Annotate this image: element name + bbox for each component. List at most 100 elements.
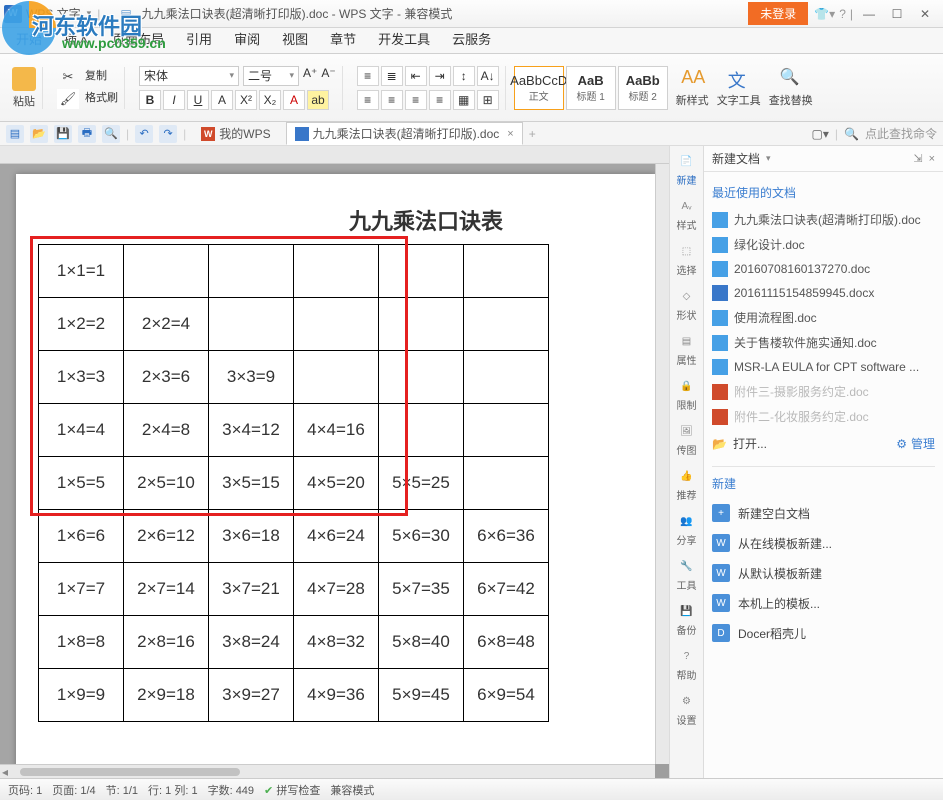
qat-print-icon[interactable]: 🖶 — [78, 125, 96, 143]
table-cell[interactable]: 5×5=25 — [379, 457, 464, 510]
vsidebar-item[interactable]: 🖼传图 — [677, 422, 697, 457]
create-item[interactable]: +新建空白文档 — [712, 498, 935, 528]
table-cell[interactable] — [549, 298, 634, 351]
qat-new-icon[interactable]: ▤ — [6, 125, 24, 143]
status-page[interactable]: 页码: 1 — [8, 782, 42, 798]
align-right-button[interactable]: ≡ — [405, 90, 427, 110]
table-cell[interactable]: 1×9=9 — [39, 669, 124, 722]
table-cell[interactable] — [209, 245, 294, 298]
table-cell[interactable]: 5×9=45 — [379, 669, 464, 722]
vsidebar-item[interactable]: ?帮助 — [677, 647, 697, 682]
table-cell[interactable]: 4×9=36 — [294, 669, 379, 722]
horizontal-ruler[interactable] — [0, 146, 669, 164]
table-cell[interactable] — [379, 351, 464, 404]
recent-file-item[interactable]: 附件二-化妆服务约定.doc — [712, 404, 935, 429]
table-cell[interactable] — [294, 298, 379, 351]
recent-file-item[interactable]: MSR-LA EULA for CPT software ... — [712, 355, 935, 379]
recent-file-item[interactable]: 关于售楼软件施实通知.doc — [712, 330, 935, 355]
find-replace-button[interactable]: 🔍查找替换 — [769, 67, 813, 108]
status-cursor[interactable]: 行: 1 列: 1 — [148, 782, 198, 798]
table-cell[interactable] — [379, 298, 464, 351]
table-cell[interactable]: 6×7=42 — [464, 563, 549, 616]
tab-close-icon[interactable]: × — [507, 128, 513, 140]
table-cell[interactable] — [124, 245, 209, 298]
table-cell[interactable]: 5×7=35 — [379, 563, 464, 616]
new-style-button[interactable]: AA新样式 — [676, 67, 709, 108]
table-cell[interactable]: 1×1=1 — [39, 245, 124, 298]
search-icon[interactable]: 🔍 — [844, 127, 859, 141]
cut-icon[interactable]: ✂ — [57, 67, 79, 87]
close-button[interactable]: ✕ — [911, 4, 939, 24]
table-cell[interactable]: 1×4=4 — [39, 404, 124, 457]
table-cell[interactable] — [464, 298, 549, 351]
indent-button[interactable]: ⇥ — [429, 66, 451, 86]
status-compat[interactable]: 兼容模式 — [330, 782, 374, 798]
font-color-button[interactable]: A — [283, 90, 305, 110]
table-cell[interactable] — [549, 669, 634, 722]
table-cell[interactable]: 2×9=18 — [124, 669, 209, 722]
table-cell[interactable]: 2×7=14 — [124, 563, 209, 616]
shading-button[interactable]: ▦ — [453, 90, 475, 110]
super-button[interactable]: X² — [235, 90, 257, 110]
table-cell[interactable]: 3×7=21 — [209, 563, 294, 616]
table-cell[interactable]: 6×6=36 — [464, 510, 549, 563]
manage-button[interactable]: ⚙管理 — [896, 435, 935, 452]
numbering-button[interactable]: ≣ — [381, 66, 403, 86]
recent-file-item[interactable]: 附件三-摄影服务约定.doc — [712, 379, 935, 404]
table-cell[interactable] — [464, 351, 549, 404]
vsidebar-item[interactable]: 👍推荐 — [677, 467, 697, 502]
recent-file-item[interactable]: 20160708160137270.doc — [712, 257, 935, 281]
tab-cloud[interactable]: 云服务 — [442, 25, 501, 53]
vsidebar-item[interactable]: 🔒限制 — [677, 377, 697, 412]
text-tools-button[interactable]: 文文字工具 — [717, 67, 761, 108]
table-cell[interactable]: 3×3=9 — [209, 351, 294, 404]
table-cell[interactable]: 3×9=27 — [209, 669, 294, 722]
table-cell[interactable]: 1×7=7 — [39, 563, 124, 616]
table-cell[interactable] — [294, 351, 379, 404]
tab-view[interactable]: 视图 — [272, 25, 318, 53]
table-cell[interactable] — [209, 298, 294, 351]
table-cell[interactable]: 3×8=24 — [209, 616, 294, 669]
table-cell[interactable]: 2×8=16 — [124, 616, 209, 669]
vsidebar-item[interactable]: 💾备份 — [677, 602, 697, 637]
panel-pin-icon[interactable]: ⇲ — [913, 152, 922, 165]
tab-pagelayout[interactable]: 页面布局 — [102, 25, 174, 53]
search-placeholder[interactable]: 点此查找命令 — [865, 125, 937, 142]
align-left-button[interactable]: ≡ — [357, 90, 379, 110]
panel-close-icon[interactable]: × — [929, 153, 935, 165]
qat-save-icon[interactable]: 💾 — [54, 125, 72, 143]
table-cell[interactable]: 3×5=15 — [209, 457, 294, 510]
style-h2[interactable]: AaBb标题 2 — [618, 66, 668, 110]
table-cell[interactable]: 3×6=18 — [209, 510, 294, 563]
vertical-scrollbar[interactable] — [655, 164, 669, 764]
login-button[interactable]: 未登录 — [748, 2, 808, 25]
status-section[interactable]: 节: 1/1 — [106, 782, 138, 798]
tab-start[interactable]: 开始 — [6, 25, 52, 53]
vsidebar-item[interactable]: 🔧工具 — [677, 557, 697, 592]
table-cell[interactable]: 4×8=32 — [294, 616, 379, 669]
minimize-button[interactable]: — — [855, 4, 883, 24]
create-item[interactable]: W从在线模板新建... — [712, 528, 935, 558]
recent-file-item[interactable]: 20161115154859945.docx — [712, 281, 935, 305]
vsidebar-item[interactable]: 📄新建 — [677, 152, 697, 187]
titlebar-dropdown-icon[interactable]: ▾ — [87, 8, 92, 19]
qat-redo-icon[interactable]: ↷ — [159, 125, 177, 143]
italic-button[interactable]: I — [163, 90, 185, 110]
table-cell[interactable] — [549, 616, 634, 669]
bold-button[interactable]: B — [139, 90, 161, 110]
tab-developer[interactable]: 开发工具 — [368, 25, 440, 53]
grow-font-button[interactable]: A⁺ — [303, 66, 317, 86]
tab-insert[interactable]: 插入 — [54, 25, 100, 53]
create-item[interactable]: DDocer稻壳儿 — [712, 618, 935, 648]
qat-undo-icon[interactable]: ↶ — [135, 125, 153, 143]
sub-button[interactable]: X₂ — [259, 90, 281, 110]
table-cell[interactable] — [464, 245, 549, 298]
shrink-font-button[interactable]: A⁻ — [321, 66, 335, 86]
table-cell[interactable]: 4×4=16 — [294, 404, 379, 457]
table-cell[interactable]: 4×6=24 — [294, 510, 379, 563]
style-normal[interactable]: AaBbCcD正文 — [514, 66, 564, 110]
vsidebar-item[interactable]: 👥分享 — [677, 512, 697, 547]
table-cell[interactable] — [379, 404, 464, 457]
table-cell[interactable] — [549, 563, 634, 616]
add-tab-icon[interactable]: + — [529, 127, 536, 141]
